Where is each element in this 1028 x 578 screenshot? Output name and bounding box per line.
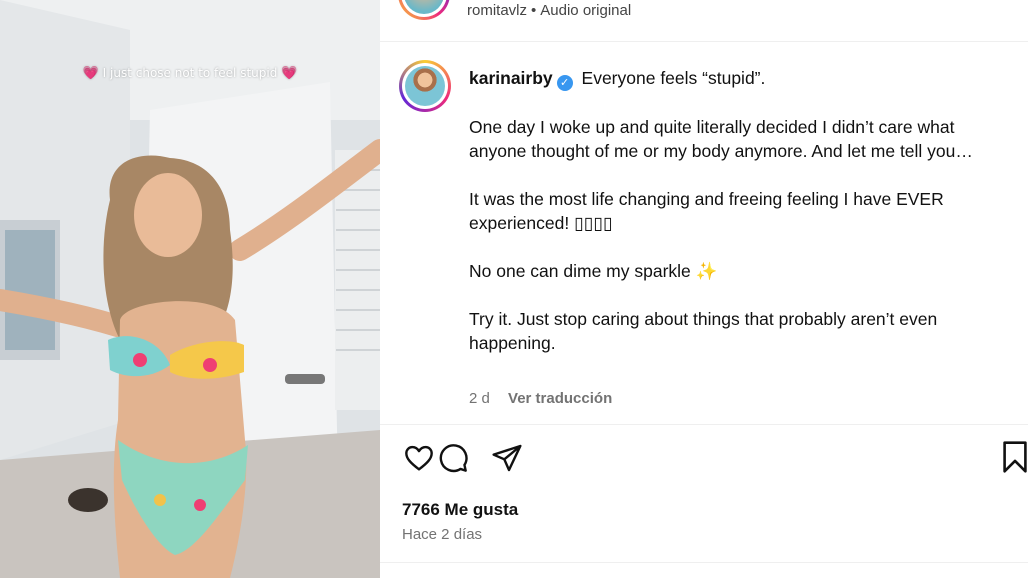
author-avatar[interactable] <box>398 0 450 20</box>
like-button[interactable] <box>402 440 436 476</box>
author-username[interactable]: romitavlz <box>467 2 527 19</box>
caption-paragraph: karinairby ✓ Everyone feels “stupid”. <box>469 66 1009 91</box>
save-button[interactable] <box>1002 440 1028 476</box>
heart-emoji-icon: 💗 <box>281 66 298 81</box>
comment-button[interactable] <box>436 440 470 476</box>
caption-paragraph: No one can dime my sparkle ✨ <box>469 261 718 281</box>
post-caption: karinairby ✓ Everyone feels “stupid”. One… <box>469 66 1009 379</box>
post-header: romitavlz • Audio original <box>380 0 1028 42</box>
share-icon <box>492 444 522 472</box>
video-frame <box>0 0 380 578</box>
comment-icon <box>439 444 468 473</box>
divider <box>380 562 1028 563</box>
caption-time[interactable]: 2 d <box>469 390 490 407</box>
caption-avatar[interactable] <box>399 60 451 112</box>
heart-icon <box>405 445 433 471</box>
likes-count[interactable]: 7766 Me gusta <box>402 500 518 520</box>
share-button[interactable] <box>490 440 524 476</box>
caption-paragraph: It was the most life changing and freein… <box>469 189 944 233</box>
caption-meta: 2 d Ver traducción <box>469 390 612 407</box>
see-translation-button[interactable]: Ver traducción <box>508 390 612 407</box>
caption-username[interactable]: karinairby <box>469 68 553 88</box>
caption-line: Everyone feels “stupid”. <box>581 68 766 88</box>
reel-video[interactable]: 💗 I just chose not to feel stupid 💗 <box>0 0 380 578</box>
heart-emoji-icon: 💗 <box>82 66 99 81</box>
post-detail-panel: romitavlz • Audio original karinairby ✓ Eve… <box>380 0 1028 578</box>
video-caption-overlay: 💗 I just chose not to feel stupid 💗 <box>0 66 380 81</box>
divider <box>380 424 1028 425</box>
caption-paragraph: Try it. Just stop caring about things th… <box>469 309 938 353</box>
post-date: Hace 2 días <box>402 526 483 543</box>
overlay-text: I just chose not to feel stupid <box>102 66 278 80</box>
post-header-info: romitavlz • Audio original <box>467 2 631 19</box>
separator-dot: • <box>531 2 537 19</box>
audio-link[interactable]: Audio original <box>540 2 631 19</box>
caption-paragraph: One day I woke up and quite literally de… <box>469 117 973 161</box>
bookmark-icon <box>1003 441 1027 473</box>
verified-badge-icon: ✓ <box>556 75 573 91</box>
